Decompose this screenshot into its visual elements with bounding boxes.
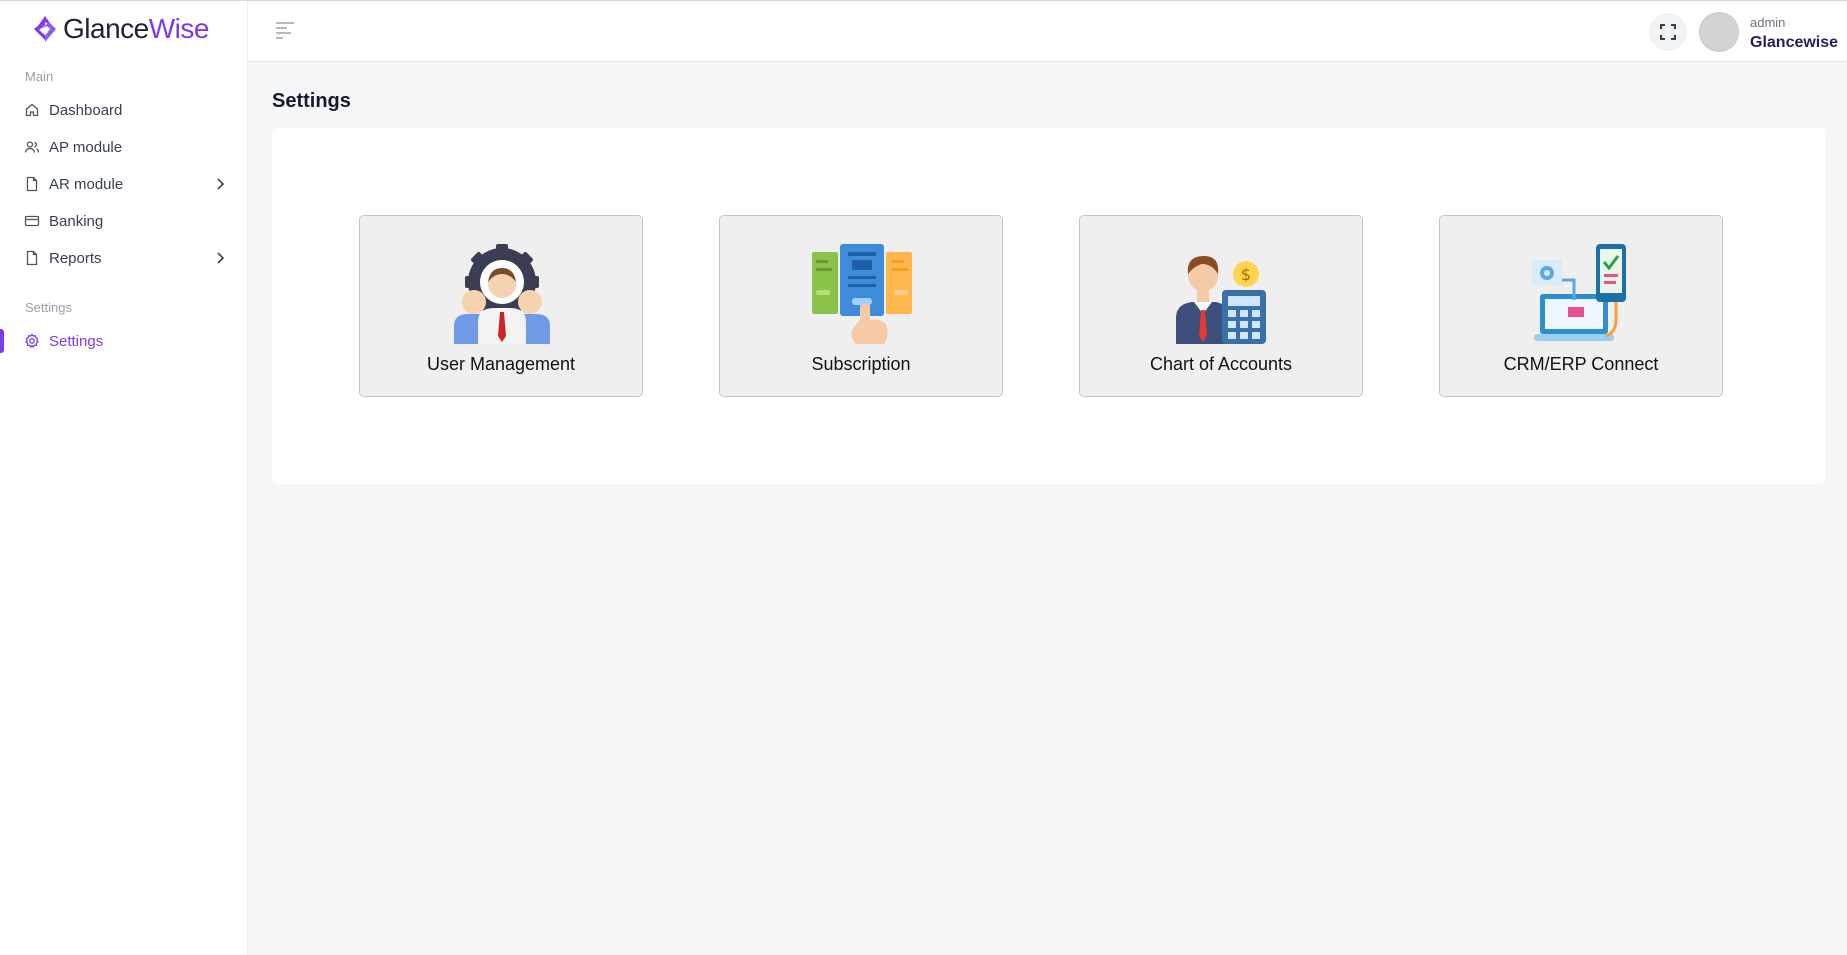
tile-crm-erp-connect[interactable]: CRM/ERP Connect bbox=[1439, 215, 1723, 397]
sidebar-item-dashboard[interactable]: Dashboard bbox=[0, 94, 248, 126]
top-header: admin Glancewise bbox=[248, 1, 1847, 62]
crm-erp-connect-illustration-icon bbox=[1532, 244, 1626, 341]
menu-toggle-icon[interactable] bbox=[274, 20, 296, 40]
gear-icon bbox=[24, 333, 40, 349]
tile-label: User Management bbox=[426, 354, 576, 374]
tile-label: Subscription bbox=[811, 354, 911, 374]
brand-name: GlanceWise bbox=[63, 13, 209, 44]
fullscreen-icon bbox=[1660, 24, 1676, 40]
user-name[interactable]: Glancewise bbox=[1750, 34, 1838, 52]
sidebar-item-label: AR module bbox=[49, 175, 124, 193]
users-icon bbox=[24, 139, 40, 155]
user-role: admin bbox=[1750, 15, 1786, 30]
sidebar-item-reports[interactable]: Reports bbox=[0, 242, 248, 274]
sidebar-item-label: Dashboard bbox=[49, 101, 123, 119]
chart-of-accounts-illustration-icon: $ bbox=[1176, 256, 1266, 344]
user-management-illustration-icon bbox=[454, 244, 550, 344]
sidebar-item-banking[interactable]: Banking bbox=[0, 205, 248, 237]
sidebar-item-label: Banking bbox=[49, 212, 104, 230]
brand-logo-icon bbox=[34, 16, 56, 42]
brand-logo[interactable]: GlanceWise bbox=[30, 11, 209, 47]
svg-text:$: $ bbox=[1241, 265, 1251, 284]
home-icon bbox=[24, 102, 40, 118]
settings-panel: User Management Subscription $ Chart of … bbox=[272, 128, 1825, 484]
section-label-settings: Settings bbox=[25, 300, 72, 315]
subscription-illustration-icon bbox=[812, 244, 912, 344]
sidebar-item-label: Reports bbox=[49, 249, 102, 267]
credit-card-icon bbox=[24, 213, 40, 229]
avatar[interactable] bbox=[1699, 12, 1739, 52]
sidebar-item-ar-module[interactable]: AR module bbox=[0, 168, 248, 200]
sidebar-item-label: AP module bbox=[49, 138, 123, 156]
chevron-right-icon[interactable] bbox=[212, 176, 228, 192]
tile-label: Chart of Accounts bbox=[1149, 354, 1293, 374]
tile-user-management[interactable]: User Management bbox=[359, 215, 643, 397]
sidebar-item-ap-module[interactable]: AP module bbox=[0, 131, 248, 163]
file-icon bbox=[24, 176, 40, 192]
sidebar-item-settings[interactable]: Settings bbox=[0, 325, 248, 357]
file-icon bbox=[24, 250, 40, 266]
sidebar-item-label: Settings bbox=[49, 332, 104, 350]
section-label-main: Main bbox=[25, 69, 54, 84]
tile-label: CRM/ERP Connect bbox=[1503, 354, 1659, 374]
tile-subscription[interactable]: Subscription bbox=[719, 215, 1003, 397]
tile-chart-of-accounts[interactable]: $ Chart of Accounts bbox=[1079, 215, 1363, 397]
sidebar: GlanceWise Main Dashboard AP module AR m… bbox=[0, 1, 248, 955]
chevron-right-icon[interactable] bbox=[212, 250, 228, 266]
fullscreen-button[interactable] bbox=[1649, 13, 1687, 51]
page-title: Settings bbox=[272, 90, 351, 112]
